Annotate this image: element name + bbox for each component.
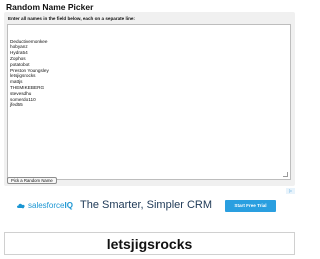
name-line: jfed55 bbox=[10, 102, 23, 108]
resize-handle-icon[interactable] bbox=[283, 172, 288, 177]
ad-brand: salesforceIQ bbox=[28, 201, 73, 210]
page-title: Random Name Picker bbox=[6, 2, 94, 12]
pick-random-name-button[interactable]: Pick a Random Name bbox=[7, 177, 57, 184]
name-picker-panel: Enter all names in the field below, each… bbox=[4, 12, 295, 186]
ad-brand-name: salesforce bbox=[28, 201, 65, 210]
names-textarea[interactable]: Deductivemonkee hobyanz Hydra54 Zophos potat… bbox=[7, 24, 291, 180]
ad-banner[interactable]: ▷ salesforceIQ The Smarter, Simpler CRM … bbox=[4, 188, 295, 226]
result-box: letsjigsrocks bbox=[4, 232, 295, 255]
start-free-trial-button[interactable]: Start Free Trial bbox=[225, 200, 276, 212]
instructions-label: Enter all names in the field below, each… bbox=[8, 16, 135, 21]
ad-headline: The Smarter, Simpler CRM bbox=[80, 199, 213, 211]
ad-choices-icon[interactable]: ▷ bbox=[286, 188, 295, 194]
picked-name: letsjigsrocks bbox=[106, 236, 193, 252]
salesforce-cloud-icon bbox=[17, 203, 25, 209]
ad-brand-suffix: IQ bbox=[64, 201, 73, 210]
